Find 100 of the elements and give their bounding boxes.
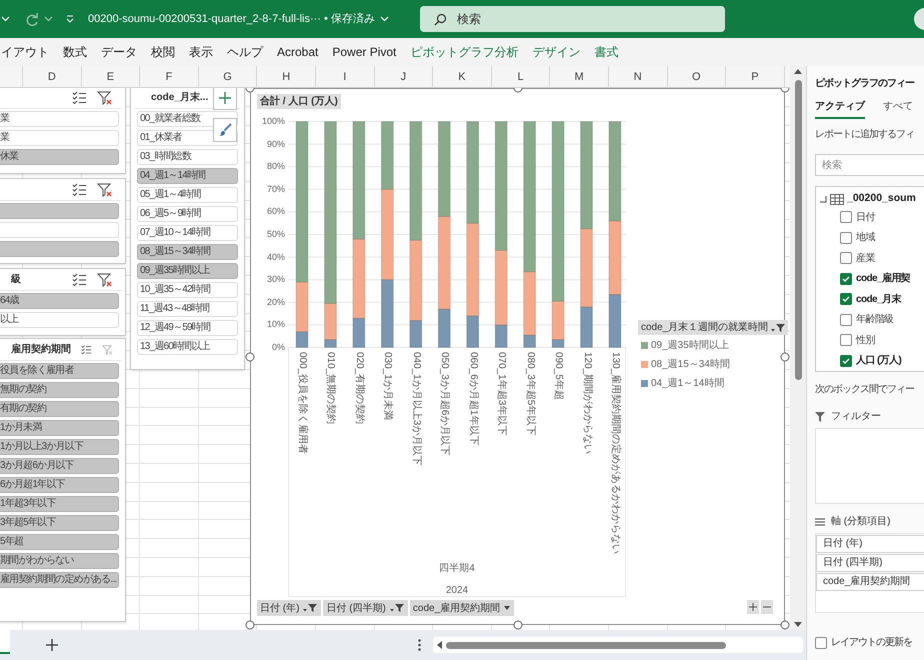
axis-field[interactable]: 日付 (四半期) [816,554,924,572]
legend-field-button[interactable]: code_月末１週間の就業時間 [638,320,788,335]
slicer-item[interactable]: 6か月超1年以下 [0,477,119,493]
ribbon-tab[interactable]: データ [101,43,137,61]
ribbon-tab[interactable]: 表示 [189,43,213,61]
column-header[interactable]: G [198,66,258,87]
slicer-item[interactable]: 05_週1～4時間 [137,187,238,203]
clear-filter-icon[interactable] [97,90,113,104]
slicer-item[interactable]: 無期の契約 [0,382,119,398]
clear-filter-icon[interactable] [97,182,113,196]
field-button[interactable]: 日付 (四半期) [323,600,408,616]
column-header[interactable]: J [374,66,434,87]
redo-icon[interactable] [24,11,40,27]
column-header[interactable]: P [726,66,785,87]
customize-toolbar-icon[interactable] [65,14,75,24]
ribbon-tab[interactable]: 校閲 [151,43,175,61]
scrollbar-thumb[interactable] [794,80,802,380]
slicer-item[interactable]: 12_週49～59時間 [137,320,238,336]
ribbon-tab[interactable]: Acrobat [277,43,318,61]
chart-area[interactable] [250,88,785,625]
column-header[interactable]: O [668,66,726,87]
axis-field[interactable]: code_雇用契約期間 [816,573,924,591]
checkbox[interactable] [840,272,852,285]
column-header[interactable]: N [608,66,668,87]
slicer-item[interactable]: 07_週10～14時間 [137,225,238,241]
axis-field[interactable]: 日付 (年) [816,535,924,553]
resize-handle[interactable] [780,620,790,630]
slicer-item[interactable]: 役員を除く雇用者 [0,363,119,379]
ribbon-tab[interactable]: イアウト [1,43,49,61]
scroll-up-icon[interactable] [794,68,802,74]
checkbox[interactable] [815,636,827,648]
scroll-left-icon[interactable] [436,641,442,649]
checkbox[interactable] [840,252,852,264]
slicer-item[interactable]: 以上 [0,312,119,328]
scroll-down-icon[interactable] [794,622,802,628]
slicer-item[interactable]: 休業 [0,149,119,165]
scrollbar-thumb[interactable] [446,642,726,648]
checkbox[interactable] [840,232,852,244]
clear-filter-icon[interactable] [97,272,113,286]
value-field-button[interactable]: 合計 / 人口 (万人) [257,94,341,109]
checkbox[interactable] [840,211,852,224]
column-header[interactable]: H [257,66,316,87]
slicer-item[interactable]: 10_週35～42時間 [137,282,238,298]
expand-button[interactable] [747,600,759,614]
slicer-item[interactable]: 09_週35時間以上 [137,263,238,279]
checkbox[interactable] [840,314,852,326]
column-header[interactable]: F [140,66,199,87]
sheet-tab[interactable] [0,630,10,654]
slicer-item[interactable]: 11_週43～48時間 [137,301,238,317]
column-header[interactable]: M [550,66,609,87]
chart-styles-button[interactable] [213,118,237,142]
multi-select-icon[interactable] [72,273,87,286]
column-header[interactable]: K [433,66,492,87]
slicer-item[interactable]: 1年超3年以下 [0,496,119,512]
field-button[interactable]: 日付 (年) [257,600,322,616]
ribbon-tab[interactable]: Power Pivot [332,43,396,61]
field-button[interactable]: code_雇用契約期間 [410,600,514,616]
search-field[interactable]: 検索 [420,6,725,32]
chevron-down-icon[interactable] [44,16,53,22]
slicer-item[interactable]: 1か月未満 [0,420,119,436]
slicer-item[interactable]: 5年超 [0,534,119,550]
slicer-item[interactable]: 3年超5年以下 [0,515,119,531]
slicer-item[interactable]: 業 [0,130,119,146]
resize-handle[interactable] [246,620,254,630]
column-header[interactable]: D [23,66,82,87]
resize-handle[interactable] [246,352,254,361]
slicer-item[interactable]: 64歳 [0,293,119,309]
slicer-item[interactable]: 13_週60時間以上 [137,339,238,355]
ribbon-tab[interactable]: ピボットグラフ分析 [410,43,518,61]
column-header[interactable]: I [316,66,375,87]
collapse-button[interactable] [761,600,773,614]
add-sheet-button[interactable] [44,637,60,653]
slicer-item[interactable]: 業 [0,111,119,127]
multi-select-icon[interactable] [81,343,92,356]
field-search-input[interactable]: 検索 [815,154,924,176]
slicer-item[interactable]: 03_時間総数 [137,149,238,165]
slicer-item[interactable]: 04_週1～14時間 [137,168,238,184]
collapse-icon[interactable] [820,196,827,202]
horizontal-scrollbar[interactable] [433,637,803,653]
multi-select-icon[interactable] [72,91,87,104]
save-status-button[interactable]: • 保存済み [324,10,414,28]
slicer-item[interactable]: 1か月以上3か月以下 [0,439,119,455]
more-icon[interactable] [418,639,421,651]
ribbon-tab[interactable]: 書式 [594,43,618,61]
slicer-item[interactable]: 06_週5～9時間 [137,206,238,222]
chart-elements-button[interactable] [213,88,237,110]
ribbon-tab[interactable]: 数式 [63,43,87,61]
checkbox[interactable] [840,293,852,306]
checkbox[interactable] [840,334,852,346]
slicer-item[interactable]: 期間がわからない [0,553,119,569]
slicer-item[interactable]: 雇用契約期間の定めがある... [0,572,119,588]
checkbox[interactable] [840,354,852,367]
slicer-item[interactable]: 有期の契約 [0,401,119,417]
column-header[interactable]: E [82,66,140,87]
ribbon-tab[interactable]: ヘルプ [227,43,263,61]
ribbon-tab[interactable]: デザイン [532,43,580,61]
slicer-item[interactable]: 3か月超6か月以下 [0,458,119,474]
pane-tab[interactable]: すべて [883,99,913,119]
slicer-item[interactable]: 08_週15～34時間 [137,244,238,260]
pane-tab[interactable]: アクティブ [815,99,865,119]
